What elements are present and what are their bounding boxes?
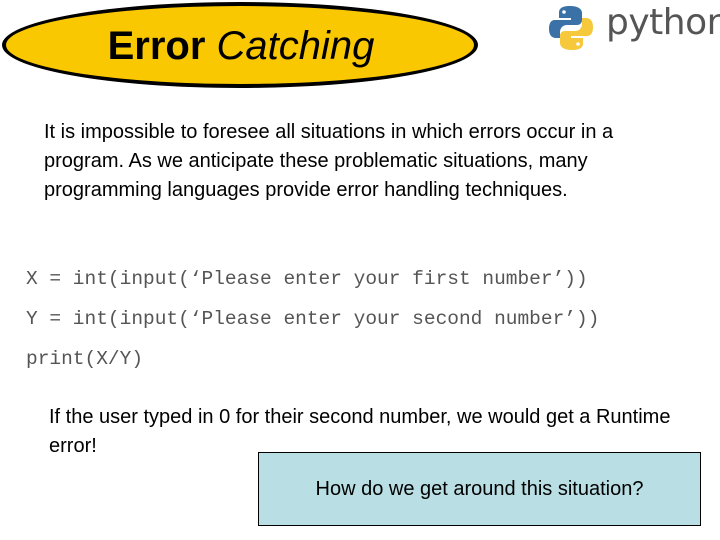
python-logo-text: python xyxy=(606,2,720,43)
intro-paragraph: It is impossible to foresee all situatio… xyxy=(44,121,614,201)
code-line: print(X/Y) xyxy=(26,348,144,370)
title-italic-part: Catching xyxy=(216,24,375,68)
code-line: Y = int(input(‘Please enter your second … xyxy=(26,308,600,330)
code-line: X = int(input(‘Please enter your first n… xyxy=(26,268,588,290)
question-text: How do we get around this situation? xyxy=(315,477,644,500)
slide-title: Error Catching xyxy=(0,22,482,70)
title-bold-part: Error xyxy=(107,24,206,68)
question-box: How do we get around this situation? xyxy=(258,452,701,526)
python-logo-icon xyxy=(549,6,593,50)
python-logo: python xyxy=(548,2,720,54)
